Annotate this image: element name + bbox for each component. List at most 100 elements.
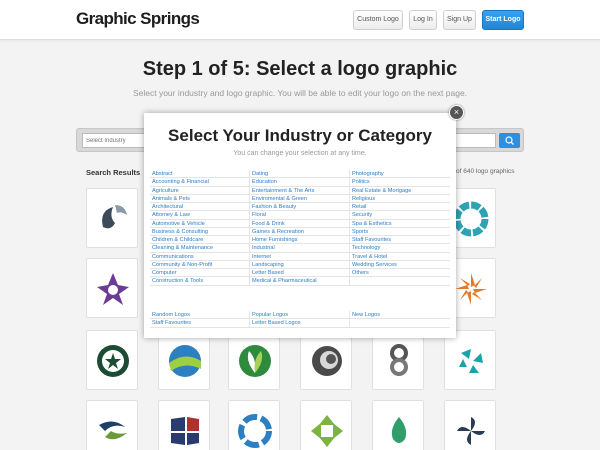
category-link[interactable]: Enviromental & Green bbox=[250, 194, 350, 203]
custom-logo-button[interactable]: Custom Logo bbox=[353, 10, 403, 30]
category-link[interactable]: Accounting & Financial bbox=[150, 178, 250, 187]
category-link[interactable]: Entertainment & The Arts bbox=[250, 186, 350, 195]
window-logo-icon bbox=[171, 417, 199, 445]
logo-tile[interactable] bbox=[372, 400, 424, 450]
category-link[interactable]: Sports bbox=[350, 228, 450, 236]
category-link[interactable]: Letter Based Logos bbox=[250, 319, 350, 328]
category-column: Random Logos Staff Favourites bbox=[150, 311, 250, 328]
category-link[interactable]: Others bbox=[350, 269, 450, 278]
logo-tile[interactable] bbox=[86, 400, 138, 450]
pinwheel-logo-icon bbox=[457, 417, 485, 445]
category-link[interactable]: Construction & Tools bbox=[150, 277, 250, 286]
category-link[interactable]: Staff Favourites bbox=[150, 319, 250, 328]
category-link[interactable]: Dating bbox=[250, 170, 350, 179]
category-link[interactable]: Technology bbox=[350, 244, 450, 253]
category-link[interactable]: Abstract bbox=[150, 170, 250, 179]
logo-tile[interactable] bbox=[158, 400, 210, 450]
logo-tile[interactable] bbox=[300, 400, 352, 450]
logo-tile[interactable] bbox=[372, 330, 424, 390]
category-link[interactable]: Food & Drink bbox=[250, 219, 350, 228]
green-star-logo-icon bbox=[97, 345, 129, 377]
category-link[interactable]: Education bbox=[250, 178, 350, 187]
globe-logo-icon bbox=[169, 345, 201, 377]
arrows-logo-icon bbox=[459, 349, 483, 373]
modal-subtitle: You can change your selection at any tim… bbox=[233, 150, 367, 157]
search-button[interactable] bbox=[499, 133, 520, 148]
category-link[interactable]: Business & Consulting bbox=[150, 227, 250, 236]
category-table: Abstract Accounting & Financial Agricultur… bbox=[150, 170, 450, 286]
category-column: New Logos bbox=[350, 311, 450, 328]
drop-logo-icon bbox=[391, 417, 407, 443]
blade-logo-icon bbox=[99, 421, 127, 440]
category-link[interactable] bbox=[350, 319, 450, 328]
category-link[interactable]: Industrial bbox=[250, 244, 350, 253]
category-link[interactable] bbox=[350, 277, 450, 286]
category-link[interactable]: Floral bbox=[250, 211, 350, 220]
logo-tile[interactable] bbox=[444, 400, 496, 450]
category-link[interactable]: Spa & Esthetics bbox=[350, 220, 450, 228]
category-column: Dating Education Entertainment & The Arts E… bbox=[250, 170, 350, 286]
results-label: Search Results bbox=[86, 168, 141, 177]
category-link[interactable]: Animals & Pets bbox=[150, 194, 250, 203]
modal-title: Select Your Industry or Category bbox=[168, 126, 432, 145]
category-link[interactable]: Popular Logos bbox=[250, 311, 350, 320]
search-icon bbox=[505, 136, 514, 145]
page-subtitle: Select your industry and logo graphic. Y… bbox=[132, 88, 468, 98]
category-link[interactable]: Wedding Services bbox=[350, 261, 450, 269]
page-title: Step 1 of 5: Select a logo graphic bbox=[142, 58, 458, 80]
category-link[interactable]: Security bbox=[350, 211, 450, 220]
sign-up-button[interactable]: Sign Up bbox=[443, 10, 476, 30]
category-link[interactable]: Religious bbox=[350, 195, 450, 203]
category-link[interactable]: Politics bbox=[350, 178, 450, 187]
category-link[interactable]: Agriculture bbox=[150, 186, 250, 195]
category-link[interactable]: Letter Based bbox=[250, 269, 350, 278]
category-link[interactable]: Landscaping bbox=[250, 260, 350, 269]
category-link[interactable]: Travel & Hotel bbox=[350, 253, 450, 261]
start-logo-button[interactable]: Start Logo bbox=[482, 10, 524, 30]
chain-logo-icon bbox=[390, 344, 408, 376]
category-column: Popular Logos Letter Based Logos bbox=[250, 311, 350, 328]
logo-text: Graphic Springs bbox=[76, 9, 200, 28]
logo-tile[interactable] bbox=[86, 258, 138, 318]
results-count: of 640 logo graphics bbox=[456, 168, 515, 175]
category-link[interactable]: Internet bbox=[250, 252, 350, 261]
logo-tile[interactable] bbox=[86, 330, 138, 390]
logo-tile[interactable] bbox=[444, 330, 496, 390]
category-link[interactable]: Real Estate & Mortgage bbox=[350, 187, 450, 195]
category-link[interactable]: Cleaning & Maintenance bbox=[150, 244, 250, 253]
special-category-table: Random Logos Staff Favourites Popular Log… bbox=[150, 311, 450, 328]
logo-tile[interactable] bbox=[300, 330, 352, 390]
category-link[interactable]: Staff Favourites bbox=[350, 236, 450, 245]
category-column: Photography Politics Real Estate & Mortgag… bbox=[350, 170, 450, 286]
category-link[interactable]: Communications bbox=[150, 252, 250, 261]
star-logo-icon bbox=[97, 273, 129, 305]
category-column: Abstract Accounting & Financial Agricultur… bbox=[150, 170, 250, 286]
category-link[interactable]: Attorney & Law bbox=[150, 211, 250, 220]
swirl-logo-icon bbox=[102, 205, 127, 229]
category-link[interactable]: Medical & Pharmaceutical bbox=[250, 277, 350, 286]
logo-tile[interactable] bbox=[86, 188, 138, 248]
logo-tile[interactable] bbox=[158, 330, 210, 390]
site-logo[interactable]: Graphic Springs bbox=[76, 9, 200, 29]
orb-logo-icon bbox=[312, 346, 342, 376]
category-link[interactable]: Automotive & Vehicle bbox=[150, 219, 250, 228]
category-link[interactable]: New Logos bbox=[350, 311, 450, 320]
category-link[interactable]: Fashion & Beauty bbox=[250, 203, 350, 212]
category-link[interactable]: Random Logos bbox=[150, 311, 250, 320]
category-modal: Select Your Industry or Category You can… bbox=[144, 113, 456, 338]
category-link[interactable]: Games & Recreation bbox=[250, 227, 350, 236]
category-link[interactable]: Home Furnishings bbox=[250, 236, 350, 245]
top-header: Graphic Springs Custom Logo Log In Sign … bbox=[0, 0, 600, 40]
close-modal-button[interactable]: × bbox=[449, 105, 464, 120]
leaf-logo-icon bbox=[239, 345, 271, 377]
logo-tile[interactable] bbox=[228, 330, 280, 390]
category-link[interactable]: Children & Childcare bbox=[150, 236, 250, 245]
category-link[interactable]: Photography bbox=[350, 170, 450, 179]
log-in-button[interactable]: Log In bbox=[409, 10, 437, 30]
green-arrows-logo-icon bbox=[311, 415, 343, 447]
category-link[interactable]: Retail bbox=[350, 203, 450, 212]
category-link[interactable]: Architectural bbox=[150, 203, 250, 212]
category-link[interactable]: Computer bbox=[150, 269, 250, 278]
category-link[interactable]: Community & Non-Profit bbox=[150, 260, 250, 269]
logo-tile[interactable] bbox=[228, 400, 280, 450]
